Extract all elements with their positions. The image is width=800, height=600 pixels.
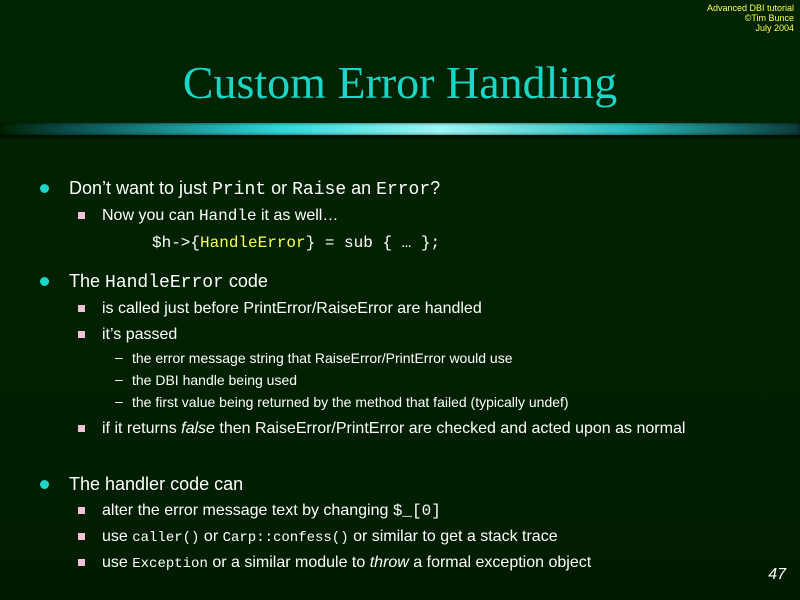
sub-bullet-text: use Exception or a similar module to thr… <box>102 554 591 572</box>
sub-bullet-text: is called just before PrintError/RaiseEr… <box>102 300 482 317</box>
page-number: 47 <box>768 566 786 583</box>
sub-bullet-text: alter the error message text by changing… <box>102 502 441 520</box>
code-segment: } = sub { … }; <box>305 234 441 252</box>
text-segment: Don’t want to just <box>69 178 213 198</box>
text-segment: The <box>69 271 106 291</box>
sub-bullet-text: Now you can Handle it as well… <box>102 207 338 225</box>
sub-bullet-text: use caller() or Carp::confess() or simil… <box>102 528 558 546</box>
text-segment: or similar to get a stack trace <box>348 528 558 545</box>
code-exception: Exception <box>132 556 208 572</box>
text-segment: an <box>346 178 377 198</box>
text-segment: or <box>199 528 223 545</box>
text-segment: ? <box>430 178 441 198</box>
square-bullet-icon <box>78 507 85 514</box>
dash-bullet-icon: – <box>115 393 123 409</box>
square-bullet-icon <box>78 559 85 566</box>
bullet-text: The handler code can <box>69 474 244 494</box>
code-caller: caller() <box>132 530 200 546</box>
sub-bullet-text: it’s passed <box>102 326 178 343</box>
dash-bullet-icon: – <box>115 349 123 365</box>
text-segment: a formal exception object <box>408 554 592 571</box>
code-example: $h->{HandleError} = sub { … }; <box>152 234 440 252</box>
code-print: Print <box>212 180 267 200</box>
code-error: Error <box>376 180 431 200</box>
bullet-text: The HandleError code <box>69 271 268 293</box>
text-segment: code <box>223 271 268 291</box>
text-segment: use <box>102 554 133 571</box>
text-segment: it as well… <box>256 207 339 224</box>
code-handle: Handle <box>198 207 257 225</box>
code-dollar-underscore: $_[0] <box>392 502 441 520</box>
emphasis-false: false <box>181 420 215 437</box>
text-segment: or <box>266 178 293 198</box>
text-segment: Now you can <box>102 207 199 224</box>
dash-bullet-icon: – <box>115 371 123 387</box>
circle-bullet-icon <box>40 277 49 286</box>
square-bullet-icon <box>78 533 85 540</box>
emphasis-throw: throw <box>369 554 409 571</box>
slide-content: Don’t want to just Print or Raise an Err… <box>0 0 800 600</box>
text-segment: or a similar module to <box>207 554 370 571</box>
sub-bullet-text: if it returns false then RaiseError/Prin… <box>102 420 685 438</box>
subsub-bullet-text: the first value being returned by the me… <box>132 394 569 410</box>
code-carp-confess: Carp::confess() <box>222 530 349 546</box>
square-bullet-icon <box>78 331 85 338</box>
text-segment: alter the error message text by changing <box>102 502 393 519</box>
circle-bullet-icon <box>40 480 49 489</box>
text-segment: if it returns <box>102 420 182 437</box>
square-bullet-icon <box>78 425 85 432</box>
circle-bullet-icon <box>40 184 49 193</box>
subsub-bullet-text: the DBI handle being used <box>132 372 298 388</box>
bullet-text: Don’t want to just Print or Raise an Err… <box>69 178 440 200</box>
code-raise: Raise <box>292 180 347 200</box>
code-handleerror-key: HandleError <box>200 234 306 252</box>
square-bullet-icon <box>78 305 85 312</box>
square-bullet-icon <box>78 212 85 219</box>
code-handleerror: HandleError <box>105 273 224 293</box>
subsub-bullet-text: the error message string that RaiseError… <box>132 350 513 366</box>
text-segment: then RaiseError/PrintError are checked a… <box>214 420 686 437</box>
text-segment: use <box>102 528 133 545</box>
code-segment: $h->{ <box>152 234 201 252</box>
